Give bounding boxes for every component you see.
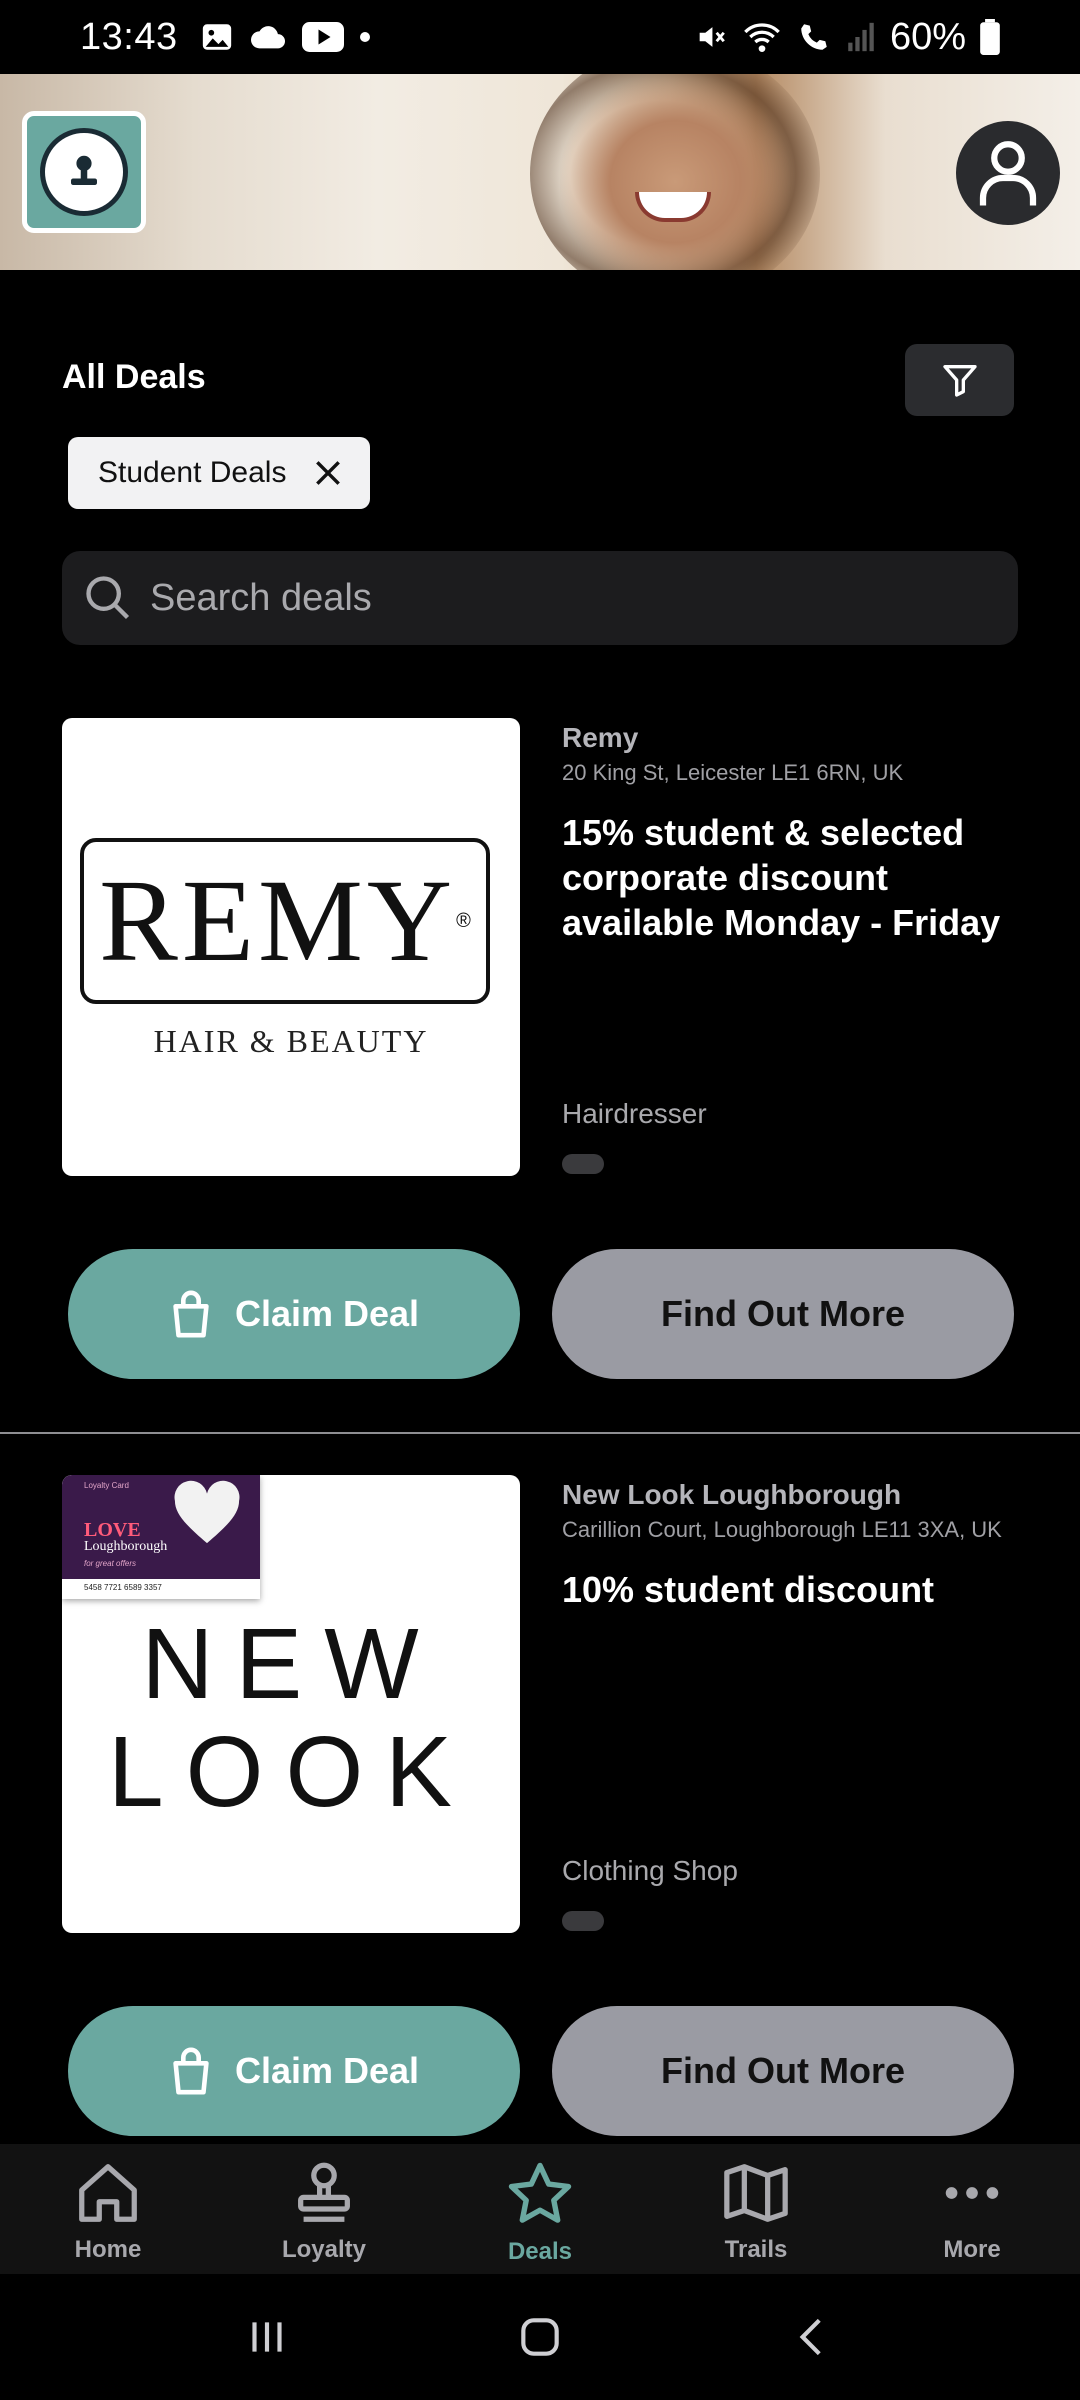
image-notification-icon xyxy=(202,24,231,50)
map-icon xyxy=(724,2164,788,2222)
search-input[interactable] xyxy=(150,576,970,620)
deal-card[interactable]: NEW LOOK Loyalty Card LOVE Loughborough … xyxy=(0,1475,1080,2136)
deal-category: Hairdresser xyxy=(562,1098,707,1129)
stamp-icon xyxy=(298,2162,350,2222)
merchant-address: 20 King St, Leicester LE1 6RN, UK xyxy=(562,760,904,785)
merchant-address: Carillion Court, Loughborough LE11 3XA, … xyxy=(562,1517,1002,1542)
home-icon xyxy=(79,2164,137,2222)
signal-icon xyxy=(848,22,874,52)
category-indicator xyxy=(562,1154,604,1174)
youtube-icon xyxy=(301,22,344,52)
deal-divider xyxy=(0,1432,1080,1434)
wifi-calling-icon xyxy=(801,24,827,50)
nav-deals[interactable]: Deals xyxy=(432,2144,648,2274)
loyalty-card-image: Loyalty Card LOVE Loughborough for great… xyxy=(62,1475,260,1599)
home-button-icon[interactable] xyxy=(515,2312,565,2362)
user-icon xyxy=(979,141,1037,206)
status-time: 13:43 xyxy=(80,15,178,58)
more-icon xyxy=(945,2187,999,2199)
stamp-logo-icon xyxy=(40,128,128,216)
claim-deal-label: Claim Deal xyxy=(234,2050,420,2091)
mute-icon xyxy=(699,27,725,47)
filter-chip[interactable]: Student Deals xyxy=(68,437,370,509)
card-small-text: Loyalty Card xyxy=(84,1481,129,1490)
system-nav-bar xyxy=(0,2274,1080,2400)
shopping-bag-icon xyxy=(173,1290,209,1338)
newlook-logo-line1: NEW xyxy=(141,1608,441,1720)
notification-icons xyxy=(200,20,372,54)
dot-icon xyxy=(359,32,370,42)
nav-more[interactable]: More xyxy=(864,2144,1080,2274)
deal-card[interactable]: REMY ® HAIR & BEAUTY Remy 20 King St, Lei… xyxy=(0,718,1080,1379)
newlook-logo-line2: LOOK xyxy=(108,1716,474,1828)
filter-chip-label: Student Deals xyxy=(98,456,287,489)
claim-deal-button[interactable]: Claim Deal xyxy=(68,1249,520,1379)
nav-loyalty[interactable]: Loyalty xyxy=(216,2144,432,2274)
claim-deal-label: Claim Deal xyxy=(234,1293,420,1334)
deal-offer: 15% student & selected corporate discoun… xyxy=(562,812,1001,943)
battery-percent: 60% xyxy=(889,15,966,58)
deal-image: REMY ® HAIR & BEAUTY xyxy=(62,718,520,1176)
battery-icon xyxy=(980,19,1000,55)
app-logo[interactable] xyxy=(22,111,146,233)
nav-more-label: More xyxy=(943,2236,1001,2263)
claim-deal-button[interactable]: Claim Deal xyxy=(68,2006,520,2136)
profile-button[interactable] xyxy=(956,121,1060,225)
nav-deals-label: Deals xyxy=(507,2238,573,2265)
find-out-more-label: Find Out More xyxy=(661,2050,905,2091)
nav-home[interactable]: Home xyxy=(0,2144,216,2274)
star-icon xyxy=(508,2162,572,2223)
remy-logo: REMY ® xyxy=(80,838,490,1004)
find-out-more-label: Find Out More xyxy=(661,1293,905,1334)
remy-logo-text: REMY xyxy=(99,855,457,986)
nav-loyalty-label: Loyalty xyxy=(281,2236,367,2263)
nav-trails-label: Trails xyxy=(724,2236,788,2263)
filter-button[interactable] xyxy=(905,344,1014,416)
category-indicator xyxy=(562,1911,604,1931)
merchant-name: New Look Loughborough xyxy=(562,1479,902,1510)
wifi-icon xyxy=(744,23,780,52)
status-bar: 13:43 60% xyxy=(0,0,1080,74)
merchant-name: Remy xyxy=(562,722,639,753)
search-bar[interactable] xyxy=(62,551,1018,645)
find-out-more-button[interactable]: Find Out More xyxy=(552,2006,1014,2136)
system-status: 60% xyxy=(694,16,1000,59)
card-number: 5458 7721 6589 3357 xyxy=(84,1583,162,1592)
filter-icon xyxy=(942,365,977,397)
cloud-sync-icon xyxy=(250,26,285,49)
nav-trails[interactable]: Trails xyxy=(648,2144,864,2274)
find-out-more-button[interactable]: Find Out More xyxy=(552,1249,1014,1379)
nav-home-label: Home xyxy=(74,2236,142,2263)
card-town-text: Loughborough xyxy=(84,1539,168,1554)
registered-mark: ® xyxy=(456,909,471,932)
hero-banner xyxy=(0,74,1080,270)
deal-category: Clothing Shop xyxy=(562,1855,738,1886)
back-icon[interactable] xyxy=(788,2312,838,2362)
bottom-nav: Home Loyalty Deals Trails More xyxy=(0,2144,1080,2274)
deal-image: NEW LOOK Loyalty Card LOVE Loughborough … xyxy=(62,1475,520,1933)
page-title: All Deals xyxy=(62,358,206,396)
close-icon[interactable] xyxy=(312,457,344,489)
card-tagline: for great offers xyxy=(84,1559,137,1568)
remy-logo-subtext: HAIR & BEAUTY xyxy=(153,1023,429,1059)
recent-apps-icon[interactable] xyxy=(242,2312,292,2362)
heart-icon xyxy=(174,1480,240,1544)
shopping-bag-icon xyxy=(173,2047,209,2095)
search-icon xyxy=(86,576,130,620)
hero-photo-face xyxy=(560,74,790,270)
deal-offer: 10% student discount xyxy=(562,1569,935,1610)
